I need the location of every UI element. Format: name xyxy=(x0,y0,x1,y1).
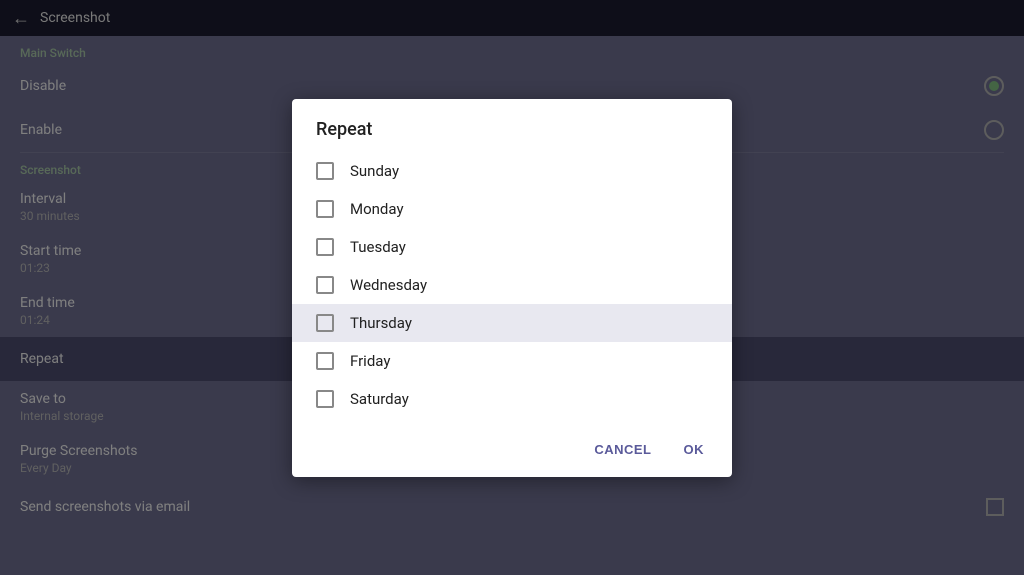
dialog-title: Repeat xyxy=(292,99,732,152)
day-sunday[interactable]: Sunday xyxy=(292,152,732,190)
sunday-checkbox[interactable] xyxy=(316,162,334,180)
wednesday-label: Wednesday xyxy=(350,276,427,294)
friday-label: Friday xyxy=(350,352,390,370)
monday-checkbox[interactable] xyxy=(316,200,334,218)
friday-checkbox[interactable] xyxy=(316,352,334,370)
tuesday-checkbox[interactable] xyxy=(316,238,334,256)
wednesday-checkbox[interactable] xyxy=(316,276,334,294)
modal-overlay: Repeat Sunday Monday Tuesday Wednesday T… xyxy=(0,0,1024,575)
day-saturday[interactable]: Saturday xyxy=(292,380,732,418)
day-wednesday[interactable]: Wednesday xyxy=(292,266,732,304)
sunday-label: Sunday xyxy=(350,162,399,180)
saturday-label: Saturday xyxy=(350,390,409,408)
dialog-body: Sunday Monday Tuesday Wednesday Thursday xyxy=(292,152,732,418)
tuesday-label: Tuesday xyxy=(350,238,406,256)
day-thursday[interactable]: Thursday xyxy=(292,304,732,342)
monday-label: Monday xyxy=(350,200,404,218)
day-monday[interactable]: Monday xyxy=(292,190,732,228)
saturday-checkbox[interactable] xyxy=(316,390,334,408)
dialog-actions: CANCEL OK xyxy=(292,426,732,469)
cancel-button[interactable]: CANCEL xyxy=(582,434,663,465)
day-friday[interactable]: Friday xyxy=(292,342,732,380)
ok-button[interactable]: OK xyxy=(672,434,717,465)
thursday-checkbox[interactable] xyxy=(316,314,334,332)
thursday-label: Thursday xyxy=(350,314,412,332)
day-tuesday[interactable]: Tuesday xyxy=(292,228,732,266)
repeat-dialog: Repeat Sunday Monday Tuesday Wednesday T… xyxy=(292,99,732,477)
